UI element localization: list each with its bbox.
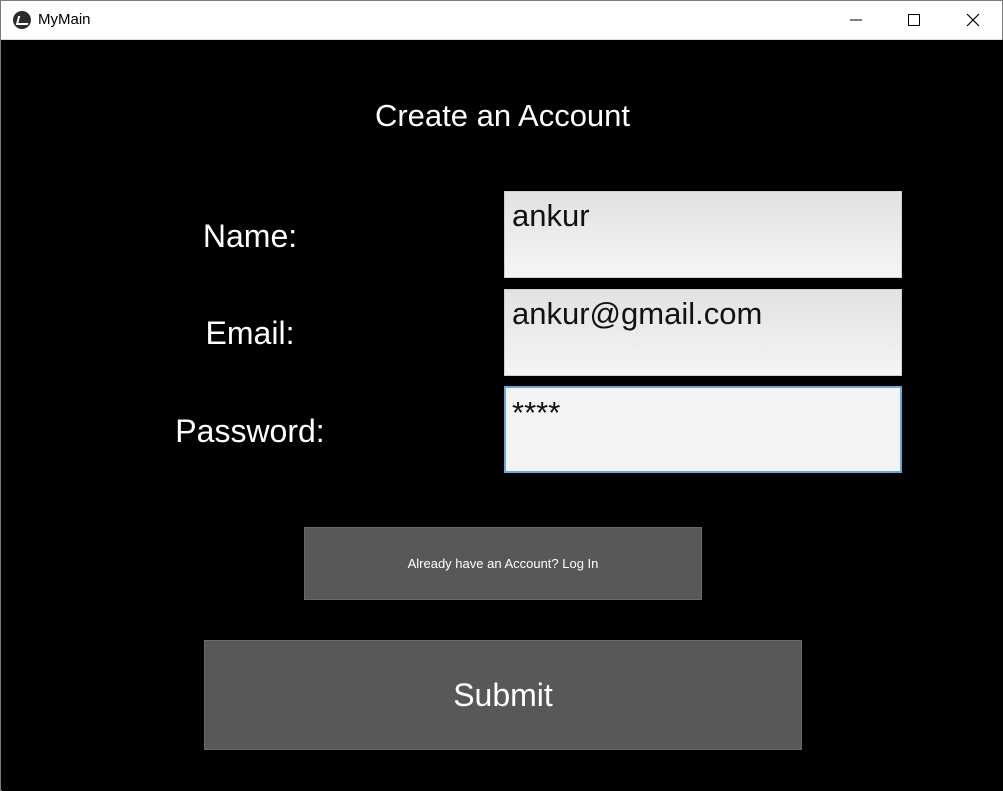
- close-icon: [966, 13, 980, 27]
- submit-button[interactable]: Submit: [204, 640, 802, 750]
- app-logo-icon: [13, 11, 31, 29]
- page-title: Create an Account: [374, 98, 631, 133]
- name-label: Name:: [202, 218, 298, 254]
- email-input[interactable]: ankur@gmail.com: [504, 289, 902, 376]
- name-input[interactable]: ankur: [504, 191, 902, 278]
- name-input-value: ankur: [512, 198, 590, 233]
- signup-form: Create an Account Name: ankur Email: ank…: [2, 40, 1003, 791]
- title-bar: MyMain: [1, 1, 1002, 40]
- password-input-value: ****: [512, 395, 561, 430]
- maximize-button[interactable]: [885, 1, 943, 39]
- login-link-button[interactable]: Already have an Account? Log In: [304, 527, 702, 600]
- email-label: Email:: [205, 315, 295, 351]
- maximize-icon: [908, 14, 920, 26]
- close-button[interactable]: [944, 1, 1002, 39]
- minimize-icon: [850, 19, 862, 21]
- email-input-value: ankur@gmail.com: [512, 296, 763, 331]
- password-input[interactable]: ****: [504, 386, 902, 473]
- password-label: Password:: [175, 413, 325, 449]
- window-title: MyMain: [38, 11, 91, 28]
- app-window: MyMain Create an Account Name: ankur Ema…: [0, 0, 1003, 791]
- minimize-button[interactable]: [827, 1, 885, 39]
